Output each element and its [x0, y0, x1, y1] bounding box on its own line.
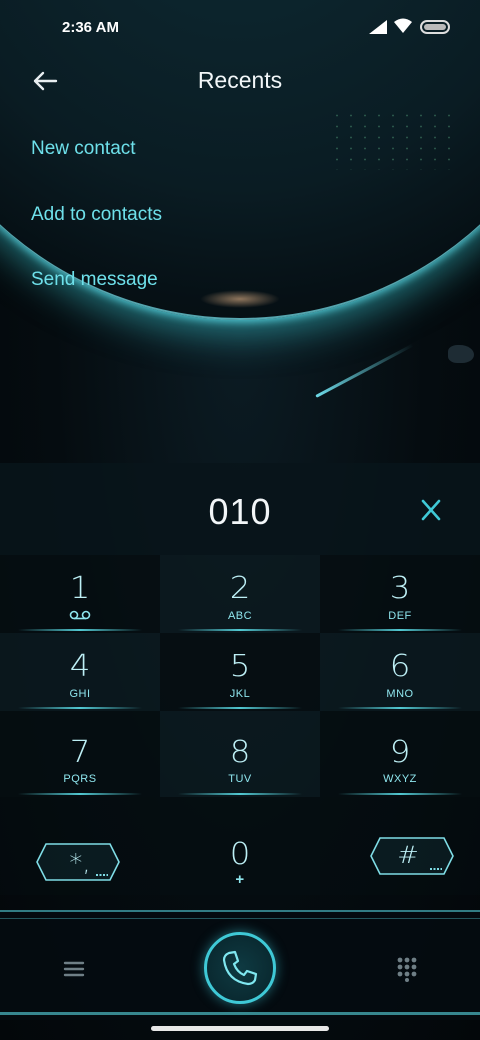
dialpad-button[interactable]: [396, 956, 418, 982]
battery-icon: [420, 20, 450, 34]
key-5[interactable]: 5 JKL: [160, 633, 320, 711]
status-bar: 2:36 AM: [0, 0, 480, 56]
key-letters: TUV: [228, 773, 252, 785]
key-digit: 7: [69, 735, 91, 770]
add-to-contacts-option[interactable]: Add to contacts: [31, 204, 162, 226]
key-letters: DEF: [388, 610, 412, 622]
key-2[interactable]: 2 ABC: [160, 555, 320, 633]
key-3[interactable]: 3 DEF: [320, 555, 480, 633]
key-underline: [338, 707, 462, 709]
key-8[interactable]: 8 TUV: [160, 711, 320, 797]
signal-icon: [369, 20, 387, 34]
page-title: Recents: [197, 67, 283, 93]
key-letters: WXYZ: [383, 773, 417, 785]
key-digit: #: [397, 841, 419, 869]
wifi-icon: [394, 18, 412, 33]
voicemail-icon: [69, 610, 91, 620]
key-letters: JKL: [229, 688, 251, 700]
meteor-artwork: [315, 343, 414, 398]
key-underline: [178, 629, 302, 631]
close-icon: [421, 499, 441, 521]
phone-icon: [222, 950, 258, 986]
key-underline: [338, 629, 462, 631]
bottom-action-bar: [0, 910, 480, 1020]
key-letters: +: [235, 871, 245, 888]
planet-glow: [200, 290, 280, 308]
key-digit: 8: [229, 735, 251, 770]
key-pound[interactable]: #: [320, 797, 480, 895]
key-star[interactable]: *,: [0, 797, 160, 895]
key-9[interactable]: 9 WXYZ: [320, 711, 480, 797]
key-letters: ABC: [227, 610, 253, 622]
stars-artwork: [330, 110, 450, 170]
number-display: 010: [0, 463, 480, 555]
menu-icon: [63, 961, 85, 977]
key-digit: 6: [389, 649, 411, 684]
status-time: 2:36 AM: [62, 19, 119, 36]
keypad: 1 2 ABC 3 DEF 4 GHI 5 JKL 6 MNO 7 PQRS 8…: [0, 555, 480, 895]
call-button[interactable]: [204, 932, 276, 1004]
menu-button[interactable]: [63, 960, 85, 978]
key-digit: 2: [229, 571, 251, 606]
key-digit: 4: [69, 649, 91, 684]
key-letters: GHI: [69, 688, 91, 700]
home-indicator[interactable]: [151, 1026, 329, 1031]
key-underline: [178, 707, 302, 709]
key-0[interactable]: 0 +: [160, 797, 320, 895]
key-underline: [178, 793, 302, 795]
clear-button[interactable]: [414, 493, 448, 527]
key-digit: 1: [69, 571, 91, 606]
key-letters: MNO: [386, 688, 414, 700]
key-underline: [18, 793, 142, 795]
key-1[interactable]: 1: [0, 555, 160, 633]
key-digit: 3: [389, 571, 411, 606]
bottom-glow-line: [0, 1012, 480, 1015]
dialer-screen: 2:36 AM Recents New contact Add to conta…: [0, 0, 480, 1040]
key-digit: 5: [229, 649, 251, 684]
key-digit: *,: [69, 849, 91, 877]
dialpad-icon: [397, 957, 417, 982]
key-digit: 9: [389, 735, 411, 770]
key-6[interactable]: 6 MNO: [320, 633, 480, 711]
key-underline: [18, 629, 142, 631]
asteroid-artwork: [448, 345, 474, 363]
dialed-number[interactable]: 010: [0, 491, 480, 533]
send-message-option[interactable]: Send message: [31, 269, 158, 291]
key-letters: PQRS: [63, 773, 97, 785]
key-7[interactable]: 7 PQRS: [0, 711, 160, 797]
key-4[interactable]: 4 GHI: [0, 633, 160, 711]
key-underline: [338, 793, 462, 795]
bottom-divider: [0, 918, 480, 919]
new-contact-option[interactable]: New contact: [31, 138, 136, 160]
key-digit: 0: [229, 837, 251, 872]
key-underline: [18, 707, 142, 709]
